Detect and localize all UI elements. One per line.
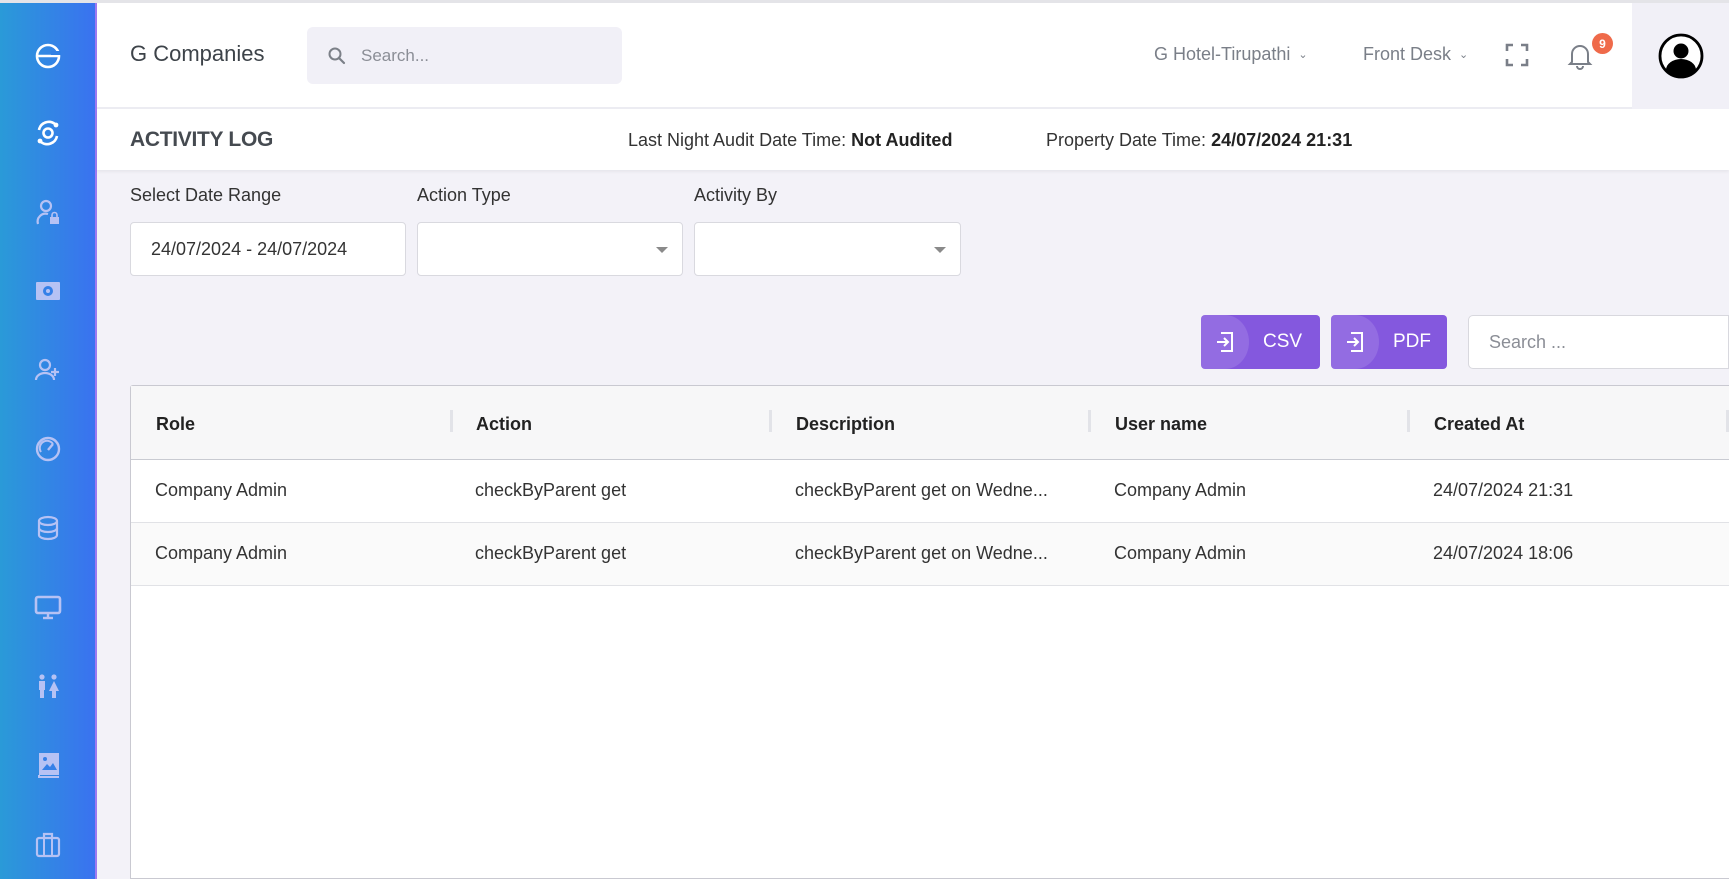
app-logo-icon — [35, 43, 61, 69]
cell-username: Company Admin — [1114, 480, 1247, 500]
department-name: Front Desk — [1363, 44, 1452, 64]
user-lock-icon — [36, 199, 59, 225]
column-header-created-at[interactable]: Created At — [1434, 414, 1524, 435]
column-resize-handle[interactable] — [1088, 410, 1091, 432]
caret-down-icon — [656, 247, 668, 253]
table-search[interactable] — [1468, 315, 1729, 369]
sidebar-item-payments[interactable] — [30, 273, 66, 309]
table-search-input[interactable] — [1469, 316, 1728, 368]
cell-action: checkByParent get — [475, 480, 627, 500]
dashboard-orbit-icon — [37, 120, 59, 146]
column-header-role[interactable]: Role — [156, 414, 195, 435]
export-icon — [1347, 332, 1363, 352]
date-range-input[interactable]: 24/07/2024 - 24/07/2024 — [130, 222, 406, 276]
sidebar-item-home[interactable] — [30, 38, 66, 74]
gauge-icon — [35, 436, 61, 462]
cell-description: checkByParent get on Wedne... — [795, 480, 1048, 500]
csv-label: CSV — [1263, 331, 1303, 352]
user-menu[interactable] — [1632, 3, 1729, 109]
briefcase-icon — [35, 832, 61, 858]
column-header-action[interactable]: Action — [476, 414, 532, 435]
property-datetime-info: Property Date Time: 24/07/2024 21:31 — [1046, 130, 1352, 151]
avatar-icon — [1658, 33, 1703, 79]
pdf-label: PDF — [1393, 331, 1431, 352]
money-bill-icon — [36, 282, 60, 300]
sidebar-item-add-user[interactable] — [30, 352, 66, 388]
top-header: G Companies G Hotel-Tirupathi ⌄ Front De… — [97, 3, 1729, 109]
column-header-username[interactable]: User name — [1115, 414, 1207, 435]
sidebar — [0, 3, 97, 879]
cell-username: Company Admin — [1114, 543, 1247, 563]
column-resize-handle[interactable] — [450, 410, 453, 432]
column-resize-handle[interactable] — [769, 410, 772, 432]
property-datetime-value: 24/07/2024 21:31 — [1211, 130, 1353, 150]
activity-table: Role Action Description User name Create… — [130, 385, 1729, 879]
table-header: Role Action Description User name Create… — [131, 386, 1729, 460]
chevron-down-icon: ⌄ — [1298, 49, 1308, 61]
date-range-label: Select Date Range — [130, 185, 282, 205]
cell-created-at: 24/07/2024 18:06 — [1433, 543, 1574, 563]
sidebar-item-dashboard[interactable] — [30, 115, 66, 151]
sidebar-item-display[interactable] — [30, 589, 66, 625]
cell-action: checkByParent get — [475, 543, 627, 563]
caret-down-icon — [934, 247, 946, 253]
column-header-description[interactable]: Description — [796, 414, 895, 435]
export-pdf-button[interactable]: PDF — [1331, 315, 1447, 369]
page-title-bar: ACTIVITY LOG Last Night Audit Date Time:… — [97, 109, 1729, 170]
photo-book-icon — [38, 753, 59, 778]
action-type-label: Action Type — [417, 185, 511, 205]
restroom-icon — [39, 674, 59, 698]
page-title: ACTIVITY LOG — [130, 128, 274, 151]
night-audit-info: Last Night Audit Date Time: Not Audited — [628, 130, 952, 151]
property-name: G Hotel-Tirupathi — [1154, 44, 1291, 64]
fullscreen-icon[interactable] — [1505, 43, 1529, 67]
table-row[interactable]: Company Admin checkByParent get checkByP… — [131, 523, 1729, 586]
user-plus-icon — [34, 358, 59, 381]
sidebar-item-performance[interactable] — [30, 431, 66, 467]
activity-by-select[interactable] — [694, 222, 961, 276]
department-dropdown[interactable]: Front Desk ⌄ — [1363, 44, 1468, 65]
sidebar-item-guests[interactable] — [30, 668, 66, 704]
monitor-icon — [34, 595, 62, 620]
sidebar-item-gallery[interactable] — [30, 747, 66, 783]
property-dropdown[interactable]: G Hotel-Tirupathi ⌄ — [1154, 44, 1308, 65]
global-search-input[interactable] — [361, 45, 601, 66]
chevron-down-icon: ⌄ — [1459, 49, 1469, 61]
sidebar-item-user-access[interactable] — [30, 194, 66, 230]
cell-description: checkByParent get on Wedne... — [795, 543, 1048, 563]
global-search[interactable] — [307, 27, 622, 84]
sidebar-item-database[interactable] — [30, 510, 66, 546]
notification-badge: 9 — [1592, 33, 1613, 54]
database-icon — [37, 515, 59, 541]
activity-by-label: Activity By — [694, 185, 778, 205]
cell-created-at: 24/07/2024 21:31 — [1433, 480, 1574, 500]
export-csv-button[interactable]: CSV — [1201, 315, 1320, 369]
date-range-value: 24/07/2024 - 24/07/2024 — [151, 238, 348, 259]
night-audit-label: Last Night Audit Date Time: — [628, 130, 847, 150]
cell-role: Company Admin — [155, 480, 288, 500]
search-icon — [328, 47, 346, 64]
action-type-select[interactable] — [417, 222, 683, 276]
property-datetime-label: Property Date Time: — [1046, 130, 1207, 150]
sidebar-item-business[interactable] — [30, 826, 66, 862]
company-name: G Companies — [130, 41, 265, 66]
bell-icon[interactable] — [1567, 41, 1593, 71]
export-icon — [1217, 332, 1233, 352]
table-row[interactable]: Company Admin checkByParent get checkByP… — [131, 460, 1729, 523]
cell-role: Company Admin — [155, 543, 288, 563]
night-audit-value: Not Audited — [851, 130, 953, 150]
column-resize-handle[interactable] — [1407, 410, 1410, 432]
